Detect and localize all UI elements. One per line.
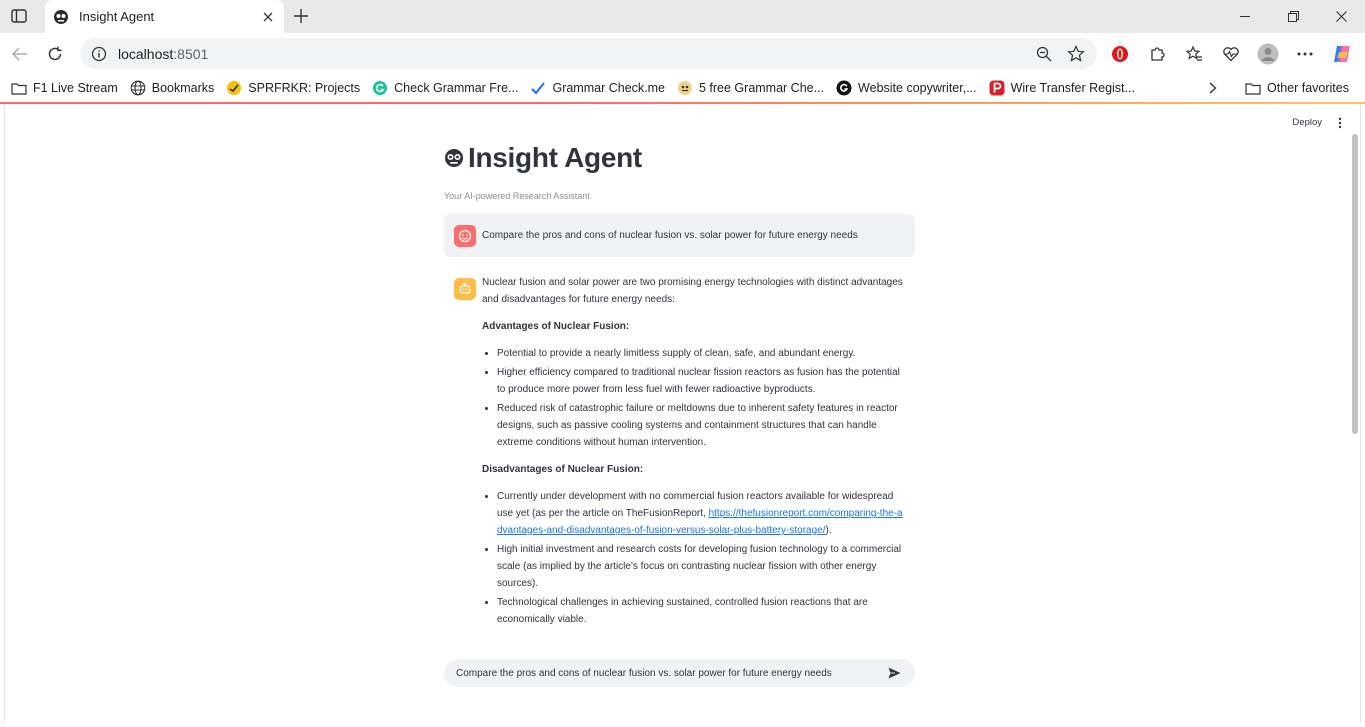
folder-icon <box>1245 80 1261 96</box>
globe-icon <box>130 80 146 96</box>
grammar-icon <box>677 80 693 96</box>
list-item: Technological challenges in achieving su… <box>497 594 905 628</box>
folder-icon <box>11 80 27 96</box>
minimize-icon[interactable] <box>1221 0 1269 33</box>
chat-input[interactable] <box>456 667 885 679</box>
bookmark-label: Check Grammar Fre... <box>394 81 519 95</box>
tab-strip: Insight Agent <box>0 0 1365 33</box>
url-text: localhost:8501 <box>118 46 1023 62</box>
zoom-out-icon[interactable] <box>1033 43 1055 65</box>
bookmark-wire-transfer[interactable]: Wire Transfer Regist... <box>983 76 1141 100</box>
copilot-icon[interactable] <box>1327 39 1357 69</box>
main-menu-icon[interactable] <box>1336 116 1344 130</box>
disadvantages-list: Currently under development with no comm… <box>482 488 905 628</box>
site-info-icon[interactable] <box>90 45 108 63</box>
assistant-message-body: Nuclear fusion and solar power are two p… <box>482 274 905 638</box>
favorites-icon[interactable] <box>1179 39 1209 69</box>
user-message: Compare the pros and cons of nuclear fus… <box>444 214 915 257</box>
list-item: Currently under development with no comm… <box>497 488 905 539</box>
close-tab-icon[interactable] <box>260 9 276 25</box>
p-icon <box>989 80 1005 96</box>
browser-essentials-icon[interactable] <box>1216 39 1246 69</box>
opera-extension-icon[interactable] <box>1105 39 1135 69</box>
list-item: Reduced risk of catastrophic failure or … <box>497 400 905 451</box>
bookmark-label: Website copywriter,... <box>858 81 977 95</box>
other-favorites-label: Other favorites <box>1267 81 1349 95</box>
disadvantages-heading: Disadvantages of Nuclear Fusion: <box>482 464 644 475</box>
streamlit-favicon-icon <box>53 9 69 25</box>
chat-input-box <box>444 659 915 687</box>
bookmark-f1-live-stream[interactable]: F1 Live Stream <box>5 76 124 100</box>
list-item-text: ). <box>825 525 832 536</box>
page-subtitle: Your AI-powered Research Assistant <box>444 191 590 201</box>
list-item: High initial investment and research cos… <box>497 541 905 592</box>
url-host: localhost <box>118 45 174 62</box>
title-row: Insight Agent <box>444 142 642 174</box>
spy-face-icon <box>444 148 464 168</box>
bookmark-sprfrkr[interactable]: SPRFRKR: Projects <box>220 76 366 100</box>
bookmark-label: 5 free Grammar Che... <box>699 81 825 95</box>
bookmark-bookmarks[interactable]: Bookmarks <box>124 76 221 100</box>
toolbar-extensions <box>1105 38 1357 69</box>
tab-title: Insight Agent <box>79 9 155 24</box>
user-avatar-icon <box>454 224 476 247</box>
grammarly-icon <box>372 80 388 96</box>
page-title: Insight Agent <box>468 142 642 173</box>
advantages-heading: Advantages of Nuclear Fusion: <box>482 321 630 332</box>
list-item: Potential to provide a nearly limitless … <box>497 345 905 362</box>
bookmark-label: Grammar Check.me <box>552 81 665 95</box>
chevron-right-icon[interactable] <box>1203 78 1223 98</box>
app-viewport: Deploy Insight Agent Your AI-powered Res… <box>4 104 1361 723</box>
send-icon[interactable] <box>885 664 903 682</box>
advantages-list: Potential to provide a nearly limitless … <box>482 345 905 451</box>
tab-insight-agent[interactable]: Insight Agent <box>45 0 284 33</box>
back-icon[interactable] <box>5 39 35 69</box>
url-port: :8501 <box>173 45 209 62</box>
close-window-icon[interactable] <box>1317 0 1365 33</box>
more-menu-icon[interactable] <box>1290 39 1320 69</box>
bookmark-website-copywriter[interactable]: Website copywriter,... <box>830 76 983 100</box>
refresh-icon[interactable] <box>40 39 70 69</box>
sprfrkr-icon <box>226 80 242 96</box>
address-bar[interactable]: localhost:8501 <box>80 38 1097 69</box>
list-item: Higher efficiency compared to traditiona… <box>497 364 905 398</box>
bookmark-label: SPRFRKR: Projects <box>248 81 361 95</box>
favorite-star-icon[interactable] <box>1065 43 1087 65</box>
browser-toolbar: localhost:8501 <box>0 33 1365 74</box>
deploy-button[interactable]: Deploy <box>1292 117 1322 128</box>
bookmark-label: Bookmarks <box>151 81 215 95</box>
assistant-message: Nuclear fusion and solar power are two p… <box>444 274 915 638</box>
restore-icon[interactable] <box>1269 0 1317 33</box>
profile-avatar-icon[interactable] <box>1253 39 1283 69</box>
bookmark-label: F1 Live Stream <box>33 81 118 95</box>
assistant-avatar-icon <box>454 278 476 300</box>
bookmarks-bar: F1 Live Stream Bookmarks SPRFRKR: Projec… <box>0 74 1365 102</box>
tab-actions-icon[interactable] <box>9 7 29 25</box>
bookmark-5-free-grammar[interactable]: 5 free Grammar Che... <box>671 76 830 100</box>
assistant-intro: Nuclear fusion and solar power are two p… <box>482 277 903 305</box>
user-message-text: Compare the pros and cons of nuclear fus… <box>482 230 858 241</box>
other-favorites[interactable]: Other favorites <box>1245 76 1349 100</box>
g-icon <box>836 80 852 96</box>
extensions-icon[interactable] <box>1142 39 1172 69</box>
new-tab-icon[interactable] <box>290 5 312 27</box>
bookmark-grammar-check-me[interactable]: Grammar Check.me <box>524 76 671 100</box>
window-controls <box>1221 0 1365 33</box>
checkmark-icon <box>530 80 546 96</box>
bookmark-label: Wire Transfer Regist... <box>1010 81 1135 95</box>
bookmark-check-grammar[interactable]: Check Grammar Fre... <box>366 76 524 100</box>
scrollbar[interactable] <box>1352 134 1358 434</box>
